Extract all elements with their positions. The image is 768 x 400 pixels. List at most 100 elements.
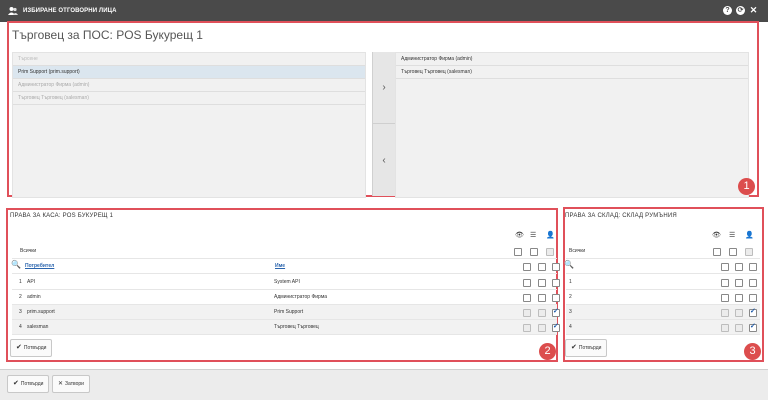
row-filter-checkbox[interactable]: [735, 279, 743, 287]
row-user-checkbox[interactable]: [552, 322, 560, 332]
col-view-checkbox[interactable]: [721, 263, 729, 271]
row-filter-checkbox[interactable]: [735, 309, 743, 317]
pos-title: Търговец за ПОС: POS Букурещ 1: [12, 28, 203, 42]
search-icon[interactable]: 🔍: [11, 260, 21, 269]
row-name: Търговец Търговец: [274, 324, 319, 330]
row-user-checkbox[interactable]: [552, 307, 560, 317]
row-view-checkbox[interactable]: [721, 279, 729, 287]
selected-users-list: Администратор Фирма (admin) Търговец Тър…: [395, 52, 749, 198]
list-item[interactable]: Търговец Търговец (salesman): [13, 92, 365, 105]
footer-close-label: Затвори: [65, 381, 84, 387]
col-user-checkbox[interactable]: [749, 263, 757, 271]
row-user-checkbox[interactable]: [552, 294, 560, 302]
row-view-checkbox[interactable]: [523, 309, 531, 317]
row-view-checkbox[interactable]: [523, 279, 531, 287]
row-user-checkbox[interactable]: [552, 279, 560, 287]
row-view-checkbox[interactable]: [721, 294, 729, 302]
available-users-list: Търсене Prim Support (prim.support) Адми…: [12, 52, 366, 198]
col-name-header[interactable]: Име: [275, 259, 285, 273]
list-item[interactable]: Търговец Търговец (salesman): [396, 66, 748, 79]
footer-confirm-button[interactable]: ✔ Потвърди: [7, 375, 50, 393]
callout-badge-1: 1: [738, 178, 755, 195]
row-number: 2: [569, 294, 572, 300]
row-view-checkbox[interactable]: [523, 294, 531, 302]
row-number: 3: [19, 309, 22, 315]
row-filter-checkbox[interactable]: [735, 324, 743, 332]
row-number: 4: [569, 324, 572, 330]
move-right-button[interactable]: ›: [373, 52, 395, 124]
eye-icon: 👁: [712, 232, 721, 239]
col-filter-checkbox[interactable]: [538, 263, 546, 271]
all-view-checkbox[interactable]: [514, 248, 522, 256]
list-icon: ☰: [530, 232, 537, 239]
col-filter-checkbox[interactable]: [735, 263, 743, 271]
row-filter-checkbox[interactable]: [538, 294, 546, 302]
row-name: Администратор Фирма: [274, 294, 328, 300]
row-filter-checkbox[interactable]: [538, 324, 546, 332]
cash-confirm-label: Потвърди: [23, 345, 47, 351]
all-user-checkbox[interactable]: [745, 248, 753, 256]
user-icon: 👤: [745, 232, 754, 239]
users-icon: [8, 7, 18, 15]
row-user: admin: [27, 294, 41, 300]
transfer-buttons: › ‹: [372, 52, 396, 196]
row-user: salesman: [27, 324, 49, 330]
table-row: 2 admin Администратор Фирма: [12, 290, 557, 305]
row-user-checkbox[interactable]: [749, 322, 757, 332]
row-name: Prim Support: [274, 309, 304, 315]
row-view-checkbox[interactable]: [721, 324, 729, 332]
check-icon: ✔: [16, 344, 22, 351]
row-number: 2: [19, 294, 22, 300]
cash-confirm-button[interactable]: ✔ Потвърди: [10, 339, 53, 357]
all-filter-checkbox[interactable]: [530, 248, 538, 256]
all-label: Всички: [20, 248, 37, 254]
eye-icon: 👁: [515, 232, 524, 239]
table-header: 🔍: [564, 259, 760, 274]
col-user-header[interactable]: Потребител: [25, 259, 54, 273]
select-all-row: Всички: [12, 244, 557, 259]
table-row: 3: [566, 305, 760, 320]
move-left-button[interactable]: ‹: [373, 124, 395, 196]
check-icon: ✔: [13, 380, 19, 387]
row-user-checkbox[interactable]: [749, 279, 757, 287]
row-filter-checkbox[interactable]: [538, 309, 546, 317]
search-field[interactable]: Търсене: [13, 53, 365, 66]
row-view-checkbox[interactable]: [721, 309, 729, 317]
footer-close-button[interactable]: ✕ Затвори: [52, 375, 90, 393]
dialog-title: ИЗБИРАНЕ ОТГОВОРНИ ЛИЦА: [23, 8, 117, 14]
close-icon: ✕: [58, 381, 64, 387]
table-row: 1 API System API: [12, 275, 557, 290]
check-icon: ✔: [571, 344, 577, 351]
row-number: 3: [569, 309, 572, 315]
table-header: 🔍 Потребител Име: [11, 259, 557, 274]
row-name: System API: [274, 279, 300, 285]
help-icon[interactable]: ?: [723, 6, 732, 15]
row-number: 1: [19, 279, 22, 285]
row-filter-checkbox[interactable]: [735, 294, 743, 302]
all-view-checkbox[interactable]: [713, 248, 721, 256]
row-user-checkbox[interactable]: [749, 294, 757, 302]
row-view-checkbox[interactable]: [523, 324, 531, 332]
dialog-titlebar: ИЗБИРАНЕ ОТГОВОРНИ ЛИЦА ? ⟳ ✕: [0, 0, 768, 22]
refresh-icon[interactable]: ⟳: [736, 6, 745, 15]
all-filter-checkbox[interactable]: [729, 248, 737, 256]
row-filter-checkbox[interactable]: [538, 279, 546, 287]
all-user-checkbox[interactable]: [546, 248, 554, 256]
close-icon[interactable]: ✕: [749, 6, 758, 15]
list-item[interactable]: Администратор Фирма (admin): [396, 53, 748, 66]
row-number: 4: [19, 324, 22, 330]
list-item[interactable]: Prim Support (prim.support): [13, 66, 365, 79]
list-icon: ☰: [729, 232, 736, 239]
col-view-checkbox[interactable]: [523, 263, 531, 271]
table-row: 2: [566, 290, 760, 305]
table-row: 3 prim.support Prim Support: [12, 305, 557, 320]
list-item[interactable]: Администратор Фирма (admin): [13, 79, 365, 92]
warehouse-confirm-label: Потвърди: [578, 345, 602, 351]
callout-badge-3: 3: [744, 343, 761, 360]
search-icon[interactable]: 🔍: [564, 260, 574, 269]
footer-confirm-label: Потвърди: [20, 381, 44, 387]
table-row: 4: [566, 320, 760, 335]
col-user-checkbox[interactable]: [552, 263, 560, 271]
row-user-checkbox[interactable]: [749, 307, 757, 317]
warehouse-confirm-button[interactable]: ✔ Потвърди: [565, 339, 608, 357]
